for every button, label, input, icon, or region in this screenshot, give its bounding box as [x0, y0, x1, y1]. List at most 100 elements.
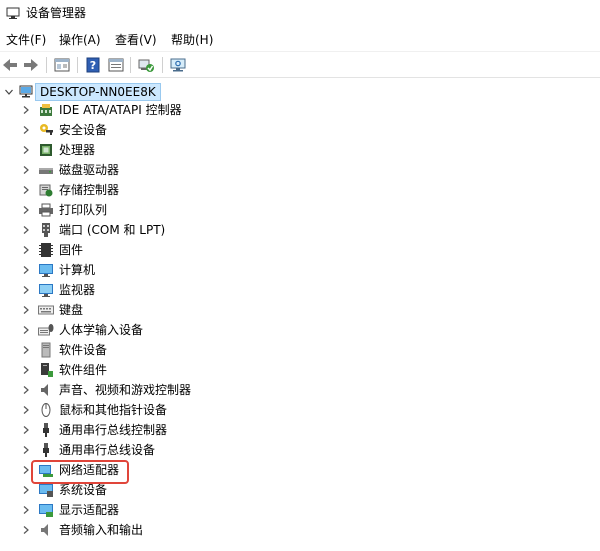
software-component-icon	[41, 363, 53, 377]
chevron-right-icon[interactable]	[21, 105, 31, 115]
device-manager-icon	[6, 7, 20, 19]
toolbar-divider	[130, 57, 131, 73]
tree-item-mouse[interactable]: 鼠标和其他指针设备	[0, 400, 600, 420]
show-hidden-icon[interactable]	[106, 55, 126, 75]
ide-controller-icon	[40, 104, 52, 116]
window-title: 设备管理器	[26, 6, 87, 20]
tree-item-disk-drive[interactable]: 磁盘驱动器	[0, 160, 600, 180]
menu-help[interactable]: 帮助(H)	[170, 30, 214, 50]
tree-item-hid[interactable]: 人体学输入设备	[0, 320, 600, 340]
tree-item-printer[interactable]: 打印队列	[0, 200, 600, 220]
tree-item-ide-controller[interactable]: IDE ATA/ATAPI 控制器	[0, 100, 600, 120]
storage-controller-icon	[39, 184, 53, 197]
scan-hardware-icon[interactable]	[168, 55, 188, 75]
usb-icon	[43, 443, 49, 457]
display-adapter-icon	[39, 504, 53, 517]
chevron-down-icon[interactable]	[4, 87, 14, 97]
highlight-box-network-adapter	[31, 460, 129, 484]
chevron-right-icon[interactable]	[21, 445, 31, 455]
tree-item-software-component[interactable]: 软件组件	[0, 360, 600, 380]
chevron-right-icon[interactable]	[21, 325, 31, 335]
speaker-icon	[41, 384, 48, 396]
properties-panel-icon[interactable]	[52, 55, 72, 75]
chevron-right-icon[interactable]	[21, 125, 31, 135]
tree-item-label: 软件组件	[59, 363, 108, 377]
chevron-right-icon[interactable]	[21, 265, 31, 275]
printer-icon	[39, 203, 53, 217]
chevron-right-icon[interactable]	[21, 425, 31, 435]
chevron-right-icon[interactable]	[21, 505, 31, 515]
chevron-right-icon[interactable]	[21, 365, 31, 375]
svg-text:?: ?	[90, 59, 96, 72]
tree-item-port[interactable]: 端口 (COM 和 LPT)	[0, 220, 600, 240]
chevron-right-icon[interactable]	[21, 465, 31, 475]
tree-item-usb[interactable]: 通用串行总线设备	[0, 440, 600, 460]
firmware-icon	[39, 243, 53, 257]
chevron-right-icon[interactable]	[21, 485, 31, 495]
tree-item-label: 安全设备	[59, 123, 108, 137]
chevron-right-icon[interactable]	[21, 245, 31, 255]
tree-item-monitor[interactable]: 监视器	[0, 280, 600, 300]
hid-icon	[38, 324, 54, 336]
tree-item-label: 计算机	[59, 263, 96, 277]
port-icon	[42, 223, 50, 237]
tree-item-display-adapter[interactable]: 显示适配器	[0, 500, 600, 520]
tree-item-label: 键盘	[59, 303, 84, 317]
disk-drive-icon	[39, 168, 53, 174]
menu-bar: 文件(F) 操作(A) 查看(V) 帮助(H)	[0, 30, 600, 50]
tree-item-software-device[interactable]: 软件设备	[0, 340, 600, 360]
tree-item-label: IDE ATA/ATAPI 控制器	[59, 103, 182, 117]
chevron-right-icon[interactable]	[21, 285, 31, 295]
update-driver-icon[interactable]	[136, 55, 156, 75]
tree-item-audio-io[interactable]: 音频输入和输出	[0, 520, 600, 540]
tree-item-security-device[interactable]: 安全设备	[0, 120, 600, 140]
computer-monitor-icon	[39, 264, 53, 277]
chevron-right-icon[interactable]	[21, 385, 31, 395]
tree-item-label: 磁盘驱动器	[59, 163, 120, 177]
tree-item-storage-controller[interactable]: 存储控制器	[0, 180, 600, 200]
software-device-icon	[41, 342, 51, 358]
chevron-right-icon[interactable]	[21, 225, 31, 235]
tree-item-label: 监视器	[59, 283, 96, 297]
tree-item-label: 声音、视频和游戏控制器	[59, 383, 192, 397]
audio-io-icon	[41, 524, 48, 536]
monitor-icon	[39, 284, 53, 297]
usb-icon	[43, 423, 49, 437]
chevron-right-icon[interactable]	[21, 185, 31, 195]
tree-item-label: 音频输入和输出	[59, 523, 144, 537]
title-bar: 设备管理器	[0, 0, 600, 26]
forward-arrow-icon[interactable]	[21, 55, 41, 75]
security-device-icon	[40, 124, 53, 135]
menu-file[interactable]: 文件(F)	[5, 30, 47, 50]
mouse-icon	[41, 403, 51, 417]
toolbar-divider	[46, 57, 47, 73]
menu-view[interactable]: 查看(V)	[114, 30, 158, 50]
back-arrow-icon[interactable]	[0, 55, 20, 75]
chevron-right-icon[interactable]	[21, 345, 31, 355]
tree-item-label: 处理器	[59, 143, 96, 157]
toolbar: ?	[0, 51, 600, 78]
tree-item-processor[interactable]: 处理器	[0, 140, 600, 160]
tree-item-speaker[interactable]: 声音、视频和游戏控制器	[0, 380, 600, 400]
tree-item-label: 鼠标和其他指针设备	[59, 403, 168, 417]
tree-item-label: 通用串行总线设备	[59, 443, 156, 457]
chevron-right-icon[interactable]	[21, 145, 31, 155]
chevron-right-icon[interactable]	[21, 405, 31, 415]
tree-root[interactable]: DESKTOP-NN0EE8K	[0, 82, 600, 102]
tree-item-keyboard[interactable]: 键盘	[0, 300, 600, 320]
tree-item-label: 端口 (COM 和 LPT)	[59, 223, 166, 237]
processor-icon	[40, 144, 52, 156]
chevron-right-icon[interactable]	[21, 205, 31, 215]
chevron-right-icon[interactable]	[21, 305, 31, 315]
help-icon[interactable]: ?	[83, 55, 103, 75]
tree-item-label: 软件设备	[59, 343, 108, 357]
tree-item-computer-monitor[interactable]: 计算机	[0, 260, 600, 280]
chevron-right-icon[interactable]	[21, 525, 31, 535]
tree-item-usb[interactable]: 通用串行总线控制器	[0, 420, 600, 440]
tree-item-label: 存储控制器	[59, 183, 120, 197]
chevron-right-icon[interactable]	[21, 165, 31, 175]
toolbar-divider	[162, 57, 163, 73]
tree-item-firmware[interactable]: 固件	[0, 240, 600, 260]
menu-action[interactable]: 操作(A)	[58, 30, 102, 50]
tree-item-label: 人体学输入设备	[59, 323, 144, 337]
